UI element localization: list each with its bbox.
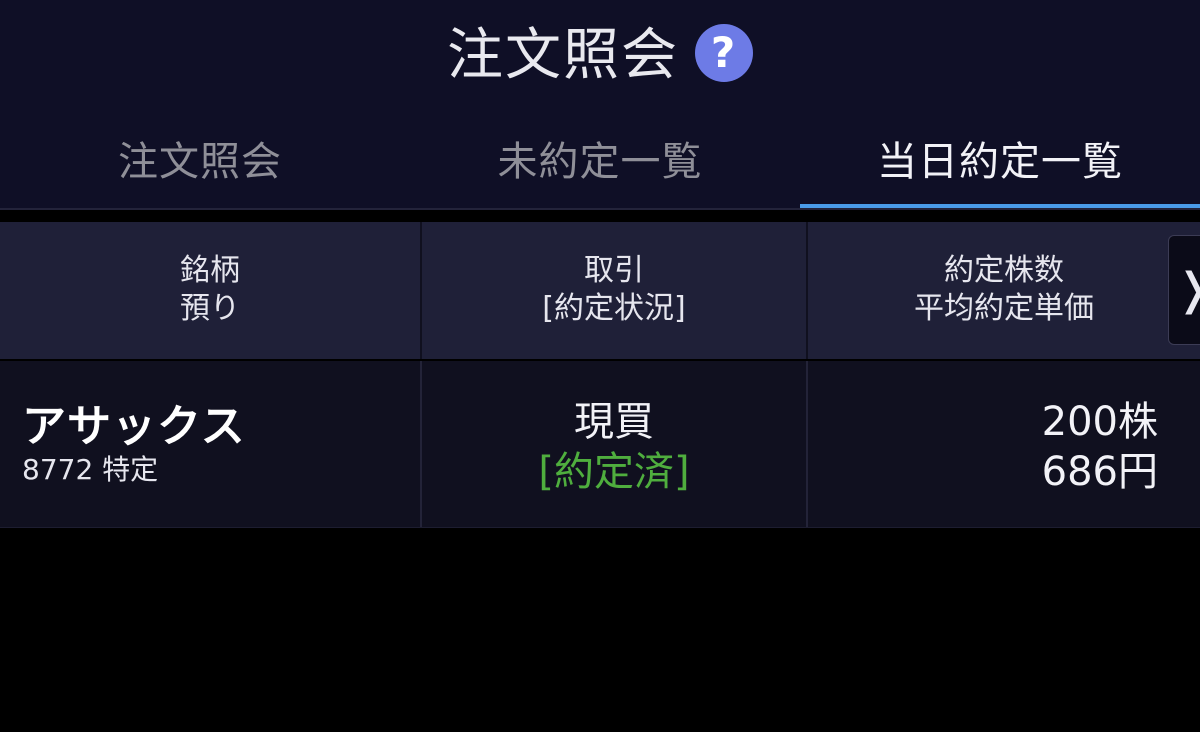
executed-quantity: 200株 (1041, 399, 1158, 445)
page-title: 注文照会 (447, 22, 679, 88)
page-title-container: 注文照会? (0, 18, 1200, 91)
execution-status: [約定済] (538, 449, 690, 495)
trade-type: 現買 (574, 399, 654, 445)
tab-unexecuted-list[interactable]: 未約定一覧 (400, 110, 800, 210)
title-bar: 注文照会? (0, 0, 1200, 110)
column-header-avg-price-label: 平均約定単価 (914, 291, 1094, 326)
trade-cell: 現買 [約定済] (422, 361, 808, 527)
question-mark-icon[interactable]: ? (695, 23, 753, 82)
next-columns-button[interactable]: ❭ (1168, 235, 1200, 345)
empty-area (0, 528, 1200, 732)
column-header-stock-label: 銘柄 (180, 253, 240, 288)
column-header-status-label: [約定状況] (542, 291, 686, 326)
stock-code-account: 8772 特定 (22, 453, 159, 486)
column-header-quantity-label: 約定株数 (944, 253, 1064, 288)
tab-today-executed-list[interactable]: 当日約定一覧 (800, 110, 1200, 210)
column-header-stock: 銘柄 預り (0, 222, 422, 359)
chevron-right-icon: ❭ (1175, 264, 1200, 315)
tab-order-inquiry[interactable]: 注文照会 (0, 110, 400, 210)
column-header-trade-label: 取引 (584, 253, 644, 288)
column-header-trade: 取引 [約定状況] (422, 222, 808, 359)
column-header-account-label: 預り (180, 291, 240, 326)
order-inquiry-screen: 注文照会? 注文照会 未約定一覧 当日約定一覧 銘柄 預り 取引 [約定状況] … (0, 0, 1200, 732)
table-header: 銘柄 預り 取引 [約定状況] 約定株数 平均約定単価 (0, 222, 1200, 359)
stock-cell: アサックス 8772 特定 (0, 361, 422, 527)
section-gap (0, 210, 1200, 222)
column-header-quantity: 約定株数 平均約定単価 (808, 222, 1200, 359)
stock-name: アサックス (22, 401, 246, 452)
average-price: 686円 (1041, 449, 1158, 495)
quantity-cell: 200株 686円 (808, 361, 1200, 527)
tab-bar: 注文照会 未約定一覧 当日約定一覧 (0, 110, 1200, 210)
table-row[interactable]: アサックス 8772 特定 現買 [約定済] 200株 686円 (0, 361, 1200, 527)
